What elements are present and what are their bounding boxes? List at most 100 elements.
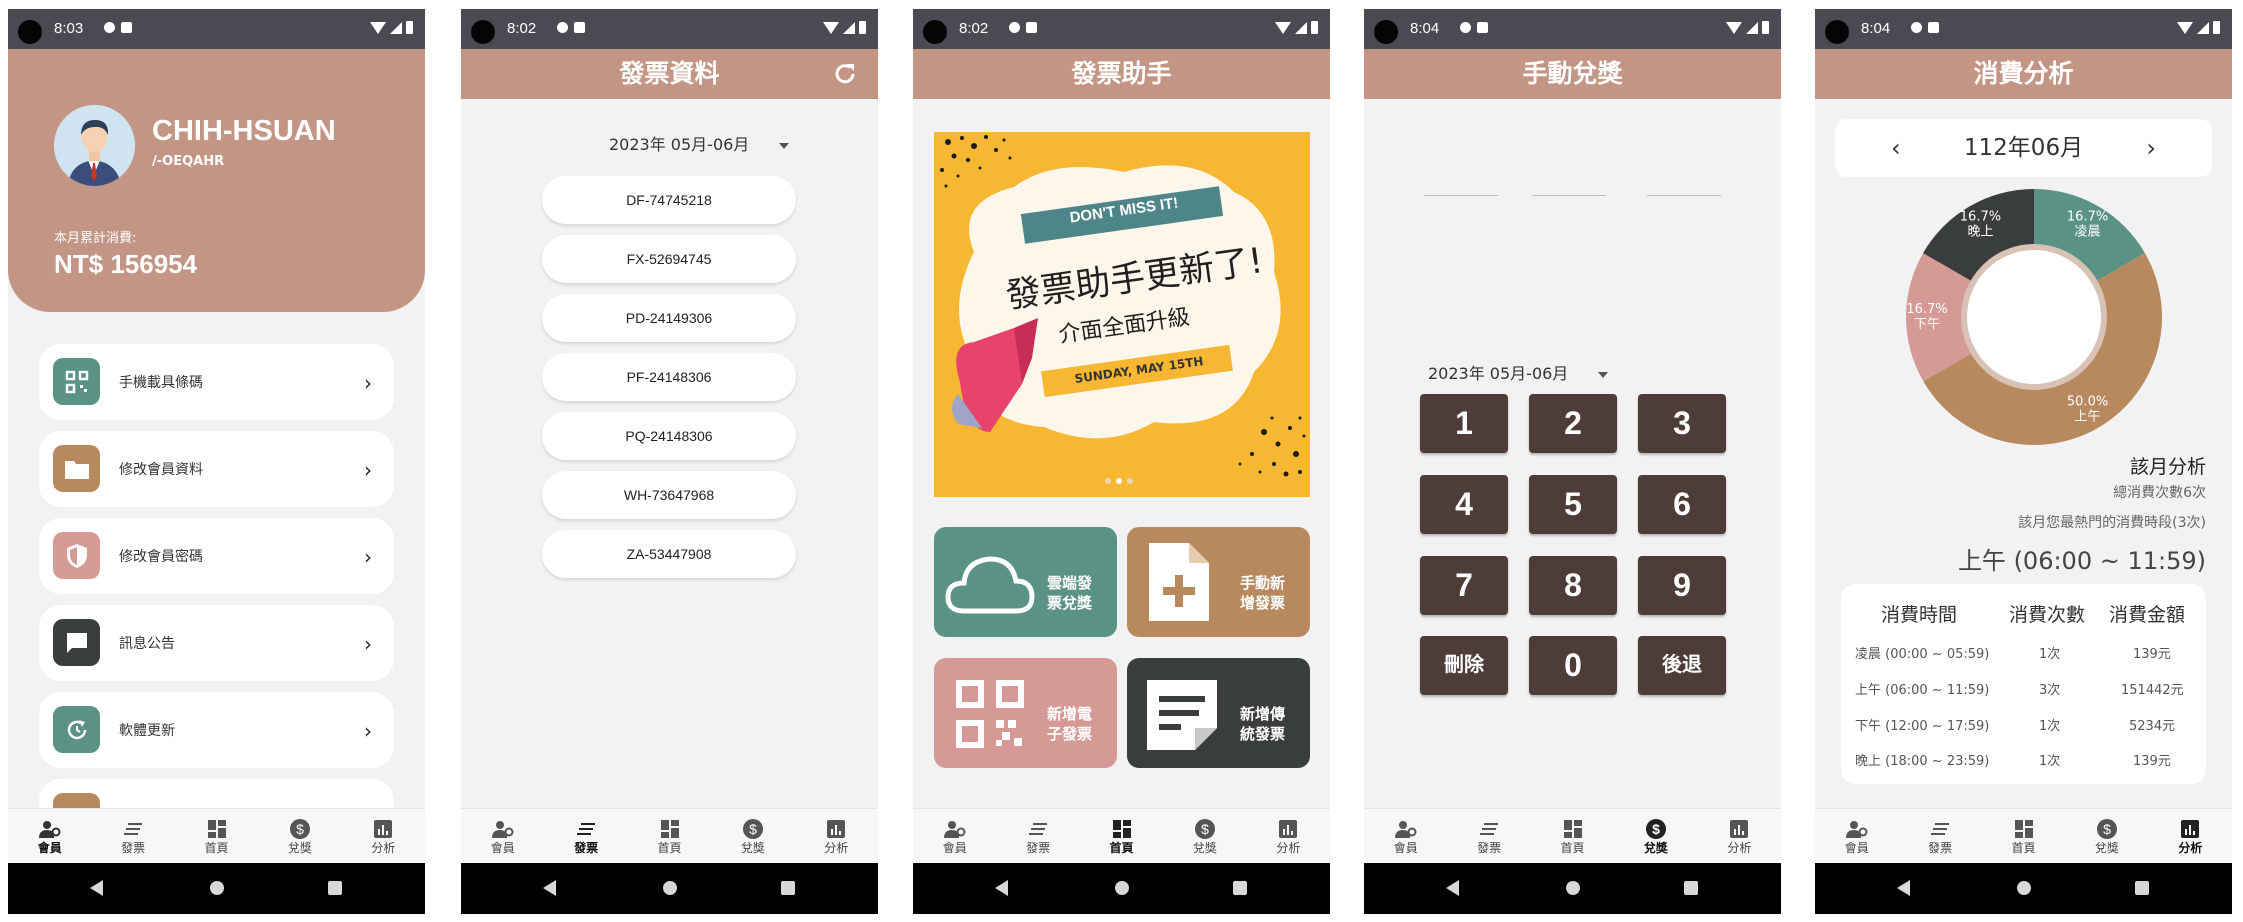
chevron-right-icon: › <box>364 371 372 395</box>
row-amount: 151442元 <box>2121 683 2184 698</box>
nav-invoice[interactable]: 發票 <box>544 809 627 863</box>
back-icon[interactable] <box>995 880 1008 896</box>
member-icon <box>1815 819 1898 839</box>
invoice-item[interactable]: WH-73647968 <box>542 471 796 519</box>
camera-cutout <box>923 20 947 44</box>
nav-home[interactable]: 首頁 <box>628 809 711 863</box>
nav-invoice[interactable]: 發票 <box>996 809 1079 863</box>
tile-label: 雲端發票兌獎 <box>1047 574 1093 612</box>
home-circle-icon[interactable] <box>1566 881 1580 895</box>
avatar[interactable] <box>54 105 135 186</box>
camera-cutout <box>471 20 495 44</box>
bottom-nav: 會員 發票 首頁 $ 兌獎 分析 <box>913 808 1330 863</box>
nav-home[interactable]: 首頁 <box>1080 809 1163 863</box>
nav-analysis[interactable]: 分析 <box>1247 809 1330 863</box>
key-5[interactable]: 5 <box>1529 475 1617 534</box>
invoice-item[interactable]: PQ-24148306 <box>542 412 796 460</box>
key-8[interactable]: 8 <box>1529 556 1617 615</box>
note-icon <box>1147 680 1217 750</box>
cloud-icon <box>945 556 1035 614</box>
tile-cloud-lottery[interactable]: 雲端發票兌獎 <box>934 527 1117 637</box>
recents-icon[interactable] <box>328 881 342 895</box>
back-icon[interactable] <box>1446 880 1459 896</box>
invoice-item[interactable]: ZA-53447908 <box>542 530 796 578</box>
chevron-right-icon[interactable]: › <box>2146 119 2156 177</box>
recents-icon[interactable] <box>1233 881 1247 895</box>
member-icon <box>1364 819 1447 839</box>
nav-member[interactable]: 會員 <box>461 809 544 863</box>
back-icon[interactable] <box>543 880 556 896</box>
invoice-item[interactable]: FX-52694745 <box>542 235 796 283</box>
invoice-item[interactable]: PD-24149306 <box>542 294 796 342</box>
recents-icon[interactable] <box>781 881 795 895</box>
tile-paper-invoice[interactable]: 新增傳統發票 <box>1127 658 1310 768</box>
status-bar: 8:02 <box>461 9 878 49</box>
key-2[interactable]: 2 <box>1529 394 1617 453</box>
key-6[interactable]: 6 <box>1638 475 1726 534</box>
refresh-icon[interactable] <box>832 61 858 87</box>
menu-item-barcode[interactable]: 手機載具條碼 › <box>39 344 394 420</box>
camera-cutout <box>18 20 42 44</box>
date-selector[interactable]: 2023年 05月-06月 <box>609 131 790 155</box>
app-header: 發票資料 <box>461 49 878 99</box>
svg-text:$: $ <box>296 821 304 837</box>
nav-lottery[interactable]: $ 兌獎 <box>1163 809 1246 863</box>
page-title: 手動兌獎 <box>1522 59 1623 88</box>
nav-analysis[interactable]: 分析 <box>342 809 425 863</box>
nav-lottery[interactable]: $ 兌獎 <box>711 809 794 863</box>
nav-lottery[interactable]: $ 兌獎 <box>258 809 341 863</box>
nav-member[interactable]: 會員 <box>1815 809 1898 863</box>
shield-icon <box>53 532 100 579</box>
key-backspace[interactable]: 後退 <box>1638 636 1726 695</box>
key-delete[interactable]: 刪除 <box>1420 636 1508 695</box>
nav-invoice[interactable]: 發票 <box>1447 809 1530 863</box>
home-circle-icon[interactable] <box>1115 881 1129 895</box>
invoice-item[interactable]: DF-74745218 <box>542 176 796 224</box>
key-4[interactable]: 4 <box>1420 475 1508 534</box>
key-7[interactable]: 7 <box>1420 556 1508 615</box>
recents-icon[interactable] <box>2135 881 2149 895</box>
menu-item-announcements[interactable]: 訊息公告 › <box>39 605 394 681</box>
date-selector[interactable]: 2023年 05月-06月 <box>1428 360 1609 384</box>
menu-item-change-password[interactable]: 修改會員密碼 › <box>39 518 394 594</box>
table-header: 消費時間 <box>1881 604 1958 626</box>
home-circle-icon[interactable] <box>2017 881 2031 895</box>
nav-home[interactable]: 首頁 <box>1531 809 1614 863</box>
menu-item-edit-profile[interactable]: 修改會員資料 › <box>39 431 394 507</box>
key-9[interactable]: 9 <box>1638 556 1726 615</box>
nav-lottery[interactable]: $ 兌獎 <box>1614 809 1697 863</box>
nav-analysis[interactable]: 分析 <box>2149 809 2232 863</box>
tile-e-invoice[interactable]: 新增電子發票 <box>934 658 1117 768</box>
back-icon[interactable] <box>1897 880 1910 896</box>
table-header: 消費金額 <box>2109 604 2186 626</box>
nav-lottery[interactable]: $ 兌獎 <box>2065 809 2148 863</box>
nav-home[interactable]: 首頁 <box>1982 809 2065 863</box>
phone-assistant: 8:02 發票助手 DON'T MISS IT! 發票助手更新了! 介面全面升級… <box>913 9 1330 914</box>
system-nav-bar <box>913 863 1330 914</box>
key-3[interactable]: 3 <box>1638 394 1726 453</box>
nav-member[interactable]: 會員 <box>1364 809 1447 863</box>
nav-member[interactable]: 會員 <box>913 809 996 863</box>
key-1[interactable]: 1 <box>1420 394 1508 453</box>
row-count: 1次 <box>2039 754 2061 769</box>
promo-banner[interactable]: DON'T MISS IT! 發票助手更新了! 介面全面升級 SUNDAY, M… <box>934 132 1310 497</box>
nav-invoice[interactable]: 發票 <box>91 809 174 863</box>
nav-home[interactable]: 首頁 <box>175 809 258 863</box>
back-icon[interactable] <box>90 880 103 896</box>
nav-member[interactable]: 會員 <box>8 809 91 863</box>
recents-icon[interactable] <box>1684 881 1698 895</box>
chevron-left-icon[interactable]: ‹ <box>1891 119 1901 177</box>
home-circle-icon[interactable] <box>210 881 224 895</box>
home-circle-icon[interactable] <box>663 881 677 895</box>
invoice-item[interactable]: PF-24148306 <box>542 353 796 401</box>
key-0[interactable]: 0 <box>1529 636 1617 695</box>
tile-manual-add[interactable]: 手動新增發票 <box>1127 527 1310 637</box>
nav-analysis[interactable]: 分析 <box>795 809 878 863</box>
status-bar: 8:02 <box>913 9 1330 49</box>
menu-item-software-update[interactable]: 軟體更新 › <box>39 692 394 768</box>
nav-invoice[interactable]: 發票 <box>1898 809 1981 863</box>
nav-analysis[interactable]: 分析 <box>1698 809 1781 863</box>
status-time: 8:02 <box>507 20 537 37</box>
dropdown-caret-icon <box>1598 371 1609 378</box>
wifi-icon <box>1275 21 1291 34</box>
